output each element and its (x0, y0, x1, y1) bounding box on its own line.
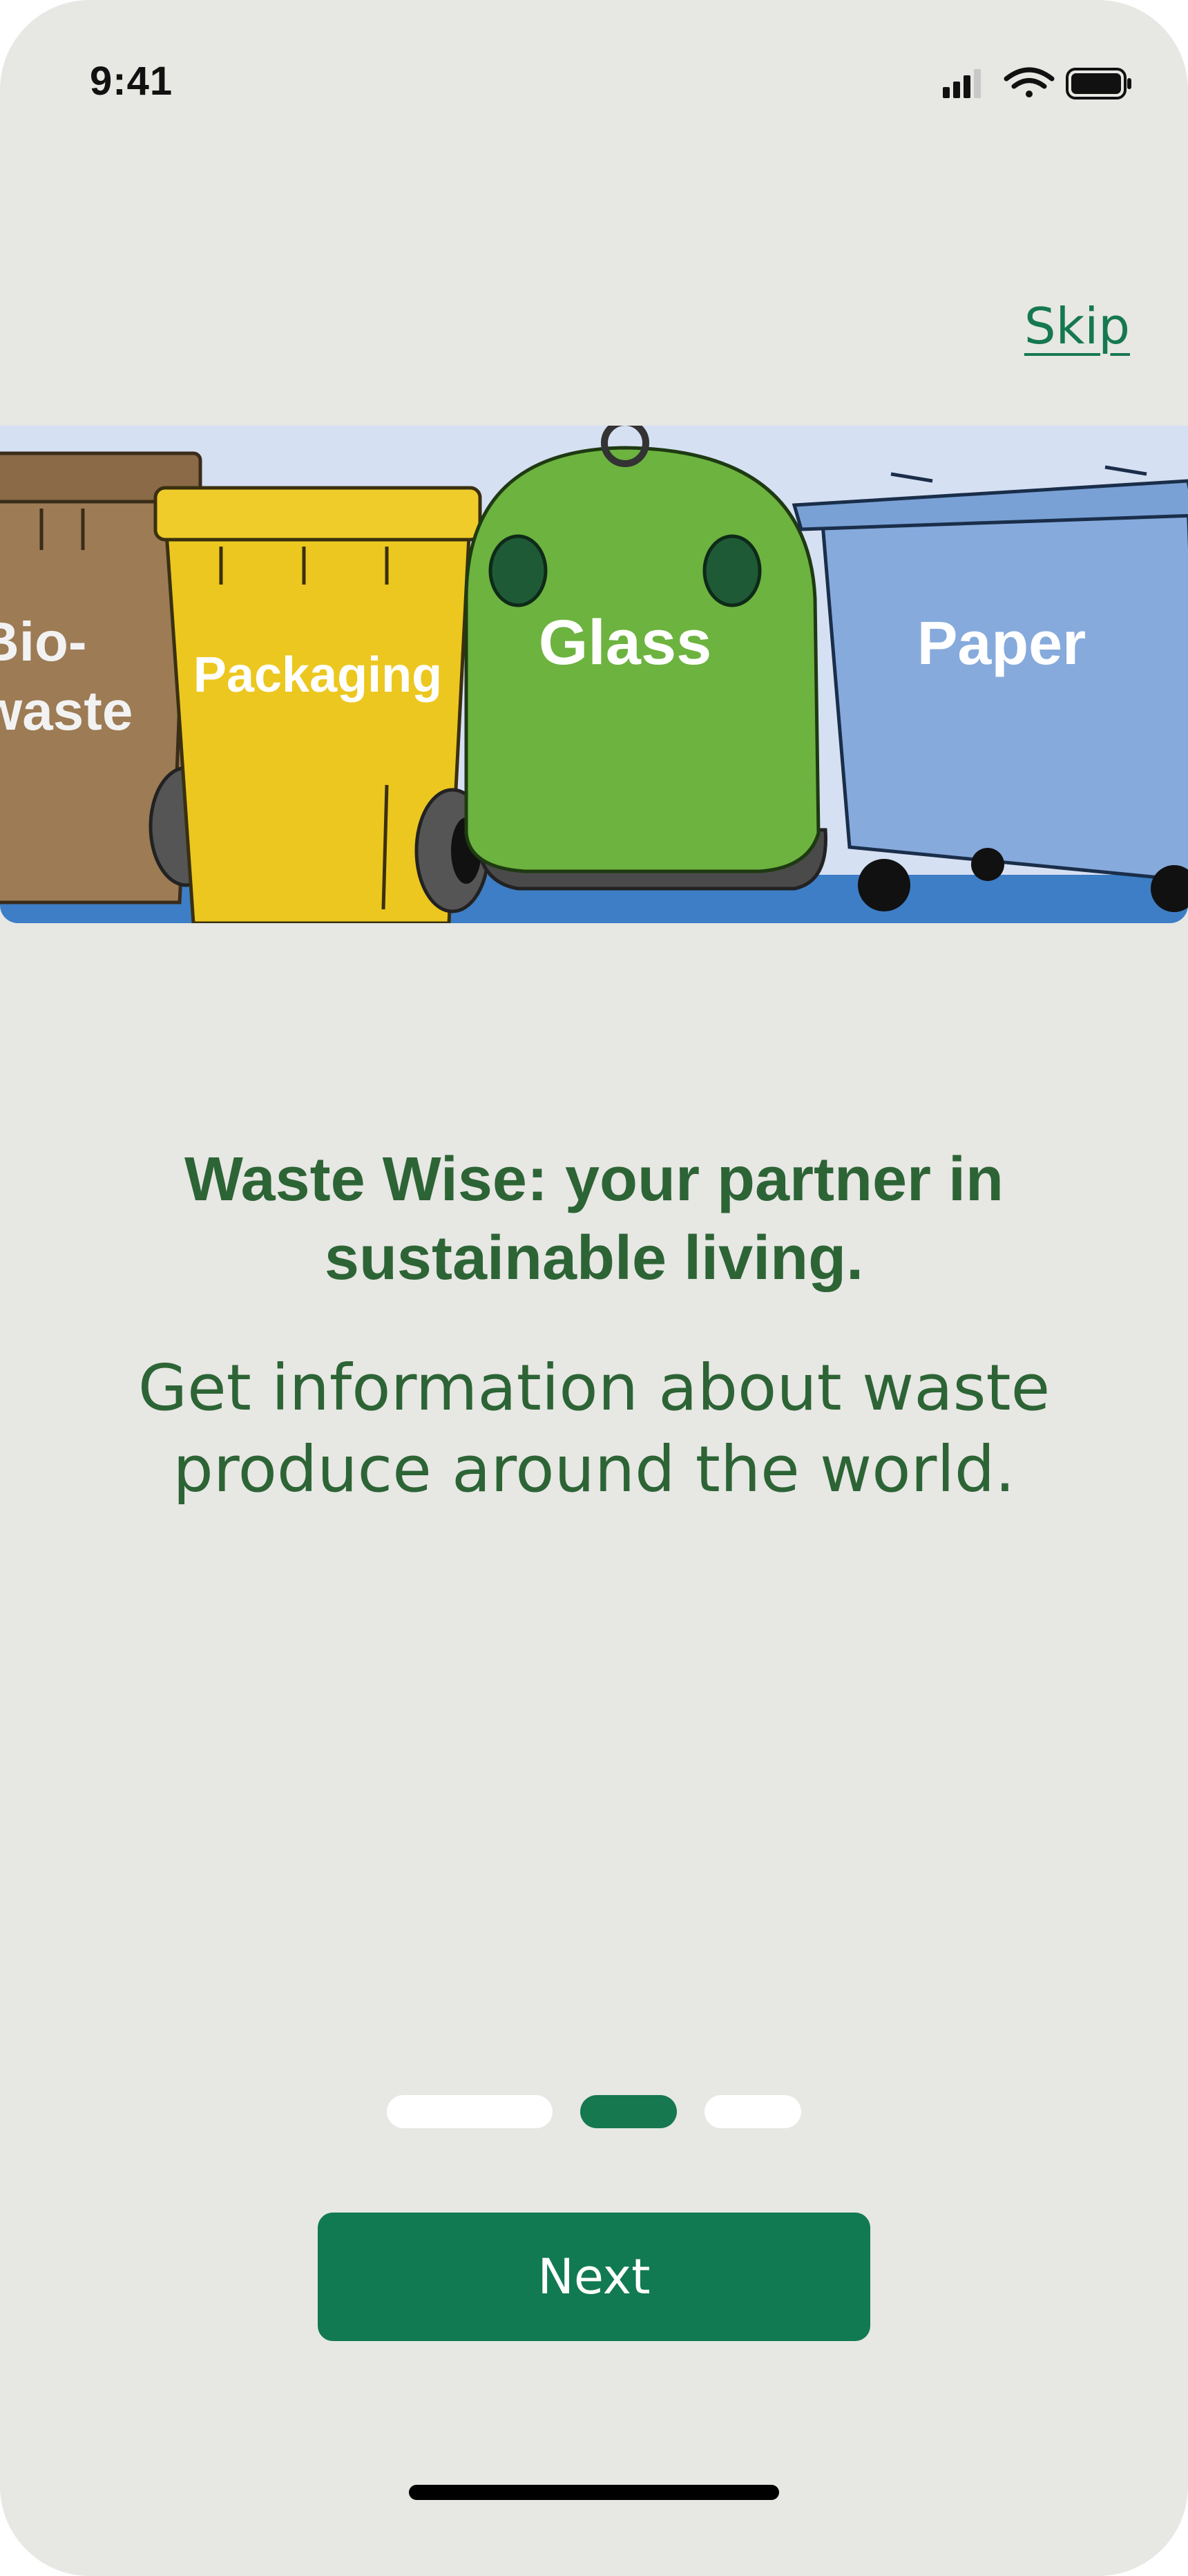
next-button[interactable]: Next (318, 2213, 870, 2341)
wifi-icon (1004, 67, 1055, 97)
bin-label-bio-line1: Bio- (0, 611, 87, 672)
status-time: 9:41 (90, 59, 173, 104)
bin-label-paper: Paper (917, 609, 1086, 677)
bin-label-glass: Glass (539, 607, 712, 678)
subtitle-line-2: produce around the world. (173, 1432, 1015, 1506)
subtitle: Get information about waste produce arou… (90, 1347, 1098, 1510)
bin-label-bio-line2: waste (0, 680, 133, 741)
waste-bins-illustration: Bio- waste Packaging (0, 426, 1188, 923)
packaging-bin: Packaging (153, 486, 490, 923)
status-icons (943, 67, 1131, 100)
headline-line-1: Waste Wise: your partner in (184, 1145, 1004, 1214)
page-indicator-3[interactable] (705, 2095, 801, 2128)
headline: Waste Wise: your partner in sustainable … (111, 1140, 1077, 1298)
onboarding-screen: 9:41 Skip io- waste Packaging Glass Pape… (0, 0, 1188, 2576)
glass-bin: Glass (464, 426, 827, 891)
skip-link[interactable]: Skip (1024, 297, 1130, 355)
page-indicator-1[interactable] (387, 2095, 553, 2128)
signal-icon (943, 69, 981, 98)
bin-label-packaging: Packaging (193, 647, 442, 703)
battery-icon (1066, 68, 1131, 100)
paper-bin: Paper (792, 465, 1188, 912)
subtitle-line-1: Get information about waste (137, 1351, 1051, 1425)
page-indicator-2-active[interactable] (580, 2095, 677, 2128)
headline-line-2: sustainable living. (324, 1224, 864, 1293)
home-indicator[interactable] (409, 2485, 779, 2500)
